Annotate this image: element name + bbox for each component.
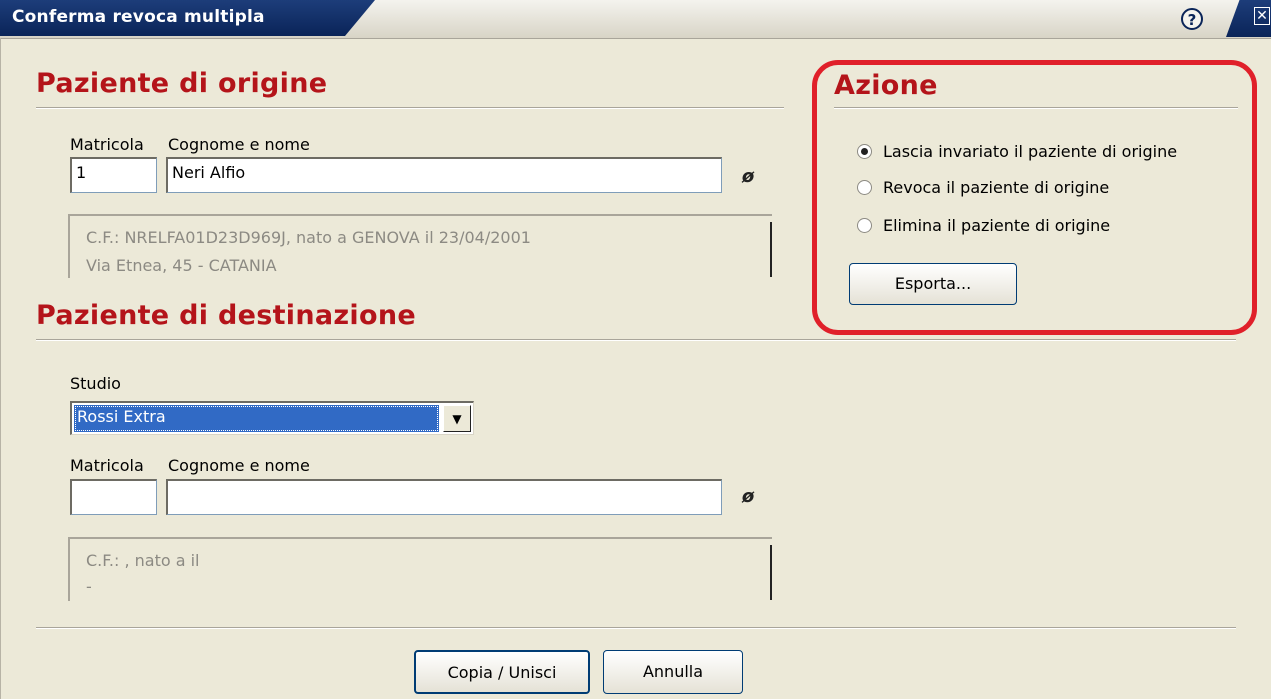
destination-divider bbox=[36, 339, 1236, 341]
cancel-button[interactable]: Annulla bbox=[603, 650, 743, 694]
help-icon[interactable]: ? bbox=[1181, 8, 1203, 30]
radio-button[interactable] bbox=[857, 217, 872, 233]
footer-divider bbox=[36, 627, 1236, 629]
window-border bbox=[0, 38, 1, 699]
radio-label: Revoca il paziente di origine bbox=[883, 177, 1110, 197]
info-box-edge bbox=[770, 222, 772, 277]
destination-matricola-field[interactable] bbox=[70, 479, 157, 515]
close-icon[interactable]: ✕ bbox=[1254, 7, 1270, 25]
destination-info-line1: C.F.: , nato a il bbox=[86, 551, 200, 570]
destination-info-line2: - bbox=[86, 577, 92, 596]
origin-name-label: Cognome e nome bbox=[168, 135, 310, 154]
origin-matricola-field[interactable]: 1 bbox=[70, 157, 157, 193]
origin-lookup-icon[interactable]: ø bbox=[738, 167, 758, 187]
origin-section-title: Paziente di origine bbox=[36, 68, 328, 99]
studio-selected-value[interactable]: Rossi Extra bbox=[74, 405, 439, 432]
radio-button[interactable] bbox=[857, 179, 872, 195]
origin-divider bbox=[36, 107, 784, 109]
radio-option-delete[interactable]: Elimina il paziente di origine bbox=[857, 214, 1110, 236]
radio-option-keep[interactable]: Lascia invariato il paziente di origine bbox=[857, 140, 1177, 162]
title-bar: Conferma revoca multipla ? ✕ bbox=[0, 0, 1271, 39]
radio-option-revoke[interactable]: Revoca il paziente di origine bbox=[857, 176, 1109, 198]
action-divider bbox=[834, 107, 1238, 109]
destination-section-title: Paziente di destinazione bbox=[36, 300, 416, 331]
origin-info-box: C.F.: NRELFA01D23D969J, nato a GENOVA il… bbox=[68, 214, 772, 278]
radio-label: Elimina il paziente di origine bbox=[883, 215, 1111, 235]
window-title: Conferma revoca multipla bbox=[12, 7, 265, 27]
destination-lookup-icon[interactable]: ø bbox=[738, 487, 758, 507]
destination-matricola-label: Matricola bbox=[70, 456, 144, 475]
origin-info-line2: Via Etnea, 45 - CATANIA bbox=[86, 256, 277, 275]
radio-button-checked[interactable] bbox=[857, 143, 872, 159]
info-box-edge bbox=[770, 545, 772, 600]
action-section-title: Azione bbox=[834, 70, 938, 101]
studio-dropdown[interactable]: Rossi Extra ▼ bbox=[70, 401, 474, 435]
origin-matricola-label: Matricola bbox=[70, 135, 144, 154]
radio-label: Lascia invariato il paziente di origine bbox=[883, 141, 1178, 161]
destination-name-label: Cognome e nome bbox=[168, 456, 310, 475]
destination-name-field[interactable] bbox=[166, 479, 722, 515]
export-button[interactable]: Esporta... bbox=[849, 263, 1017, 305]
copy-merge-button[interactable]: Copia / Unisci bbox=[414, 650, 590, 694]
chevron-down-icon[interactable]: ▼ bbox=[443, 405, 471, 432]
origin-name-field[interactable]: Neri Alfio bbox=[166, 157, 722, 193]
studio-label: Studio bbox=[70, 374, 121, 393]
destination-info-box: C.F.: , nato a il - bbox=[68, 537, 772, 601]
origin-info-line1: C.F.: NRELFA01D23D969J, nato a GENOVA il… bbox=[86, 228, 531, 247]
